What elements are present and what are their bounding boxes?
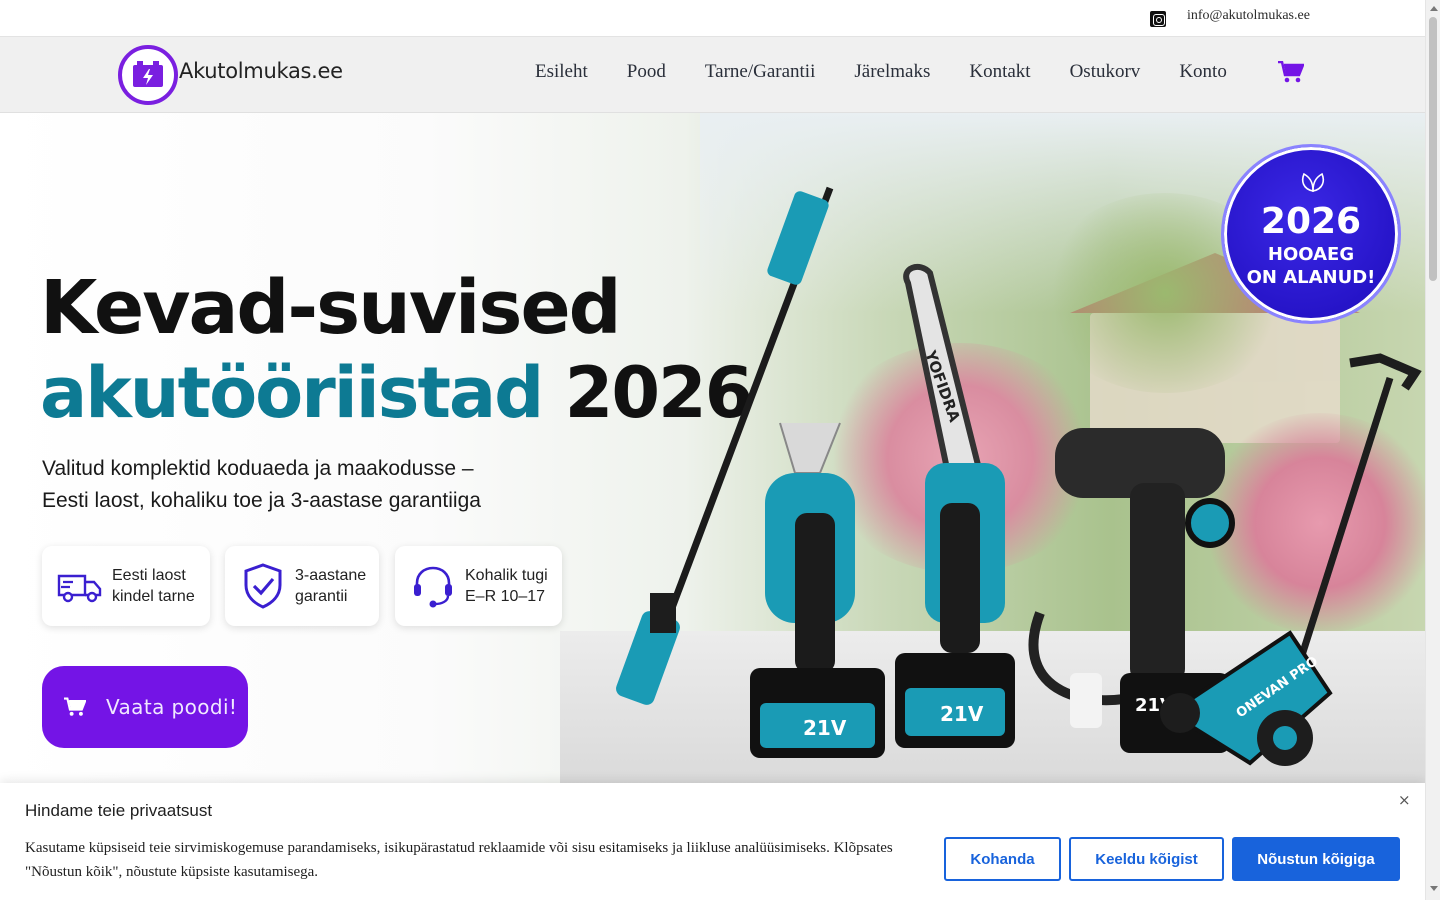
truck-icon	[56, 562, 104, 610]
battery-bolt-icon	[133, 61, 163, 87]
season-badge: 2026 HOOAEG ON ALANUD!	[1221, 144, 1401, 324]
nav-item-esileht[interactable]: Esileht	[535, 61, 588, 83]
lawn-mower: ONEVAN PRO	[1160, 353, 1422, 766]
scroll-down-arrow-icon[interactable]	[1430, 886, 1438, 891]
badge-line2: ON ALANUD!	[1246, 267, 1376, 288]
feature-card-delivery: Eesti laost kindel tarne	[42, 546, 210, 626]
cookie-title: Hindame teie privaatsust	[25, 801, 213, 820]
feature-card-warranty: 3-aastane garantii	[225, 546, 379, 626]
battery-label: 21V	[940, 702, 984, 726]
scrollbar-thumb[interactable]	[1429, 17, 1437, 281]
leaf-icon	[1301, 172, 1325, 192]
feature-line2: E–R 10–17	[465, 588, 546, 605]
hero-title-accent: akutööriistad	[40, 352, 544, 434]
nav-item-jarelmaks[interactable]: Järelmaks	[854, 61, 930, 83]
top-bar: info@akutolmukas.ee	[0, 0, 1425, 37]
feature-text: Eesti laost kindel tarne	[112, 565, 195, 607]
shield-check-icon	[239, 562, 287, 610]
cookie-reject-button[interactable]: Keeldu kõigist	[1069, 837, 1224, 881]
close-icon[interactable]: ×	[1398, 791, 1411, 809]
feature-line2: kindel tarne	[112, 588, 195, 605]
pruning-shears: 21V	[750, 422, 885, 758]
main-nav: Esileht Pood Tarne/Garantii Järelmaks Ko…	[535, 61, 1266, 83]
site-header: Akutolmukas.ee Esileht Pood Tarne/Garant…	[0, 37, 1425, 113]
feature-line2: garantii	[295, 588, 348, 605]
cookie-consent-banner: Hindame teie privaatsust Kasutame küpsis…	[0, 783, 1425, 900]
feature-text: Kohalik tugi E–R 10–17	[465, 565, 548, 607]
instagram-icon[interactable]	[1150, 11, 1166, 27]
hero-banner: Kevad-suvised akutööriistad 2026 Valitud…	[0, 113, 1425, 783]
cart-icon	[64, 697, 86, 716]
feature-text: 3-aastane garantii	[295, 565, 366, 607]
badge-year: 2026	[1260, 201, 1362, 242]
cookie-customize-button[interactable]: Kohanda	[944, 837, 1061, 881]
feature-line1: Kohalik tugi	[465, 567, 548, 584]
cookie-text: Kasutame küpsiseid teie sirvimiskogemuse…	[25, 840, 893, 880]
shop-cta-label: Vaata poodi!	[106, 695, 238, 719]
feature-line1: 3-aastane	[295, 567, 367, 584]
top-email-link[interactable]: info@akutolmukas.ee	[1187, 8, 1310, 24]
battery-label: 21V	[803, 716, 847, 740]
hero-title-line1: Kevad-suvised	[40, 265, 622, 351]
nav-item-kontakt[interactable]: Kontakt	[969, 61, 1030, 83]
hero-subtitle-line1: Valitud komplektid koduaeda ja maakoduss…	[42, 457, 474, 480]
hero-subtitle-line2: Eesti laost, kohaliku toe ja 3-aastase g…	[42, 489, 481, 512]
logo-text[interactable]: Akutolmukas.ee	[179, 59, 343, 83]
scroll-up-arrow-icon[interactable]	[1430, 6, 1438, 11]
nav-item-tarne-garantii[interactable]: Tarne/Garantii	[705, 61, 816, 83]
feature-line1: Eesti laost	[112, 567, 186, 584]
hero-subtitle: Valitud komplektid koduaeda ja maakoduss…	[42, 453, 502, 517]
nav-item-konto[interactable]: Konto	[1179, 61, 1227, 83]
headset-icon	[409, 562, 457, 610]
page-scrollbar[interactable]	[1425, 0, 1440, 900]
mini-chainsaw: YOFIDRA 21V	[895, 263, 1015, 748]
nav-item-pood[interactable]: Pood	[627, 61, 666, 83]
feature-card-support: Kohalik tugi E–R 10–17	[395, 546, 562, 626]
logo[interactable]	[118, 45, 178, 105]
nav-item-ostukorv[interactable]: Ostukorv	[1070, 61, 1141, 83]
shop-cta-button[interactable]: Vaata poodi!	[42, 666, 248, 748]
cart-icon[interactable]	[1278, 61, 1304, 83]
cookie-accept-button[interactable]: Nõustun kõigiga	[1232, 837, 1400, 881]
badge-line1: HOOAEG	[1267, 244, 1355, 265]
